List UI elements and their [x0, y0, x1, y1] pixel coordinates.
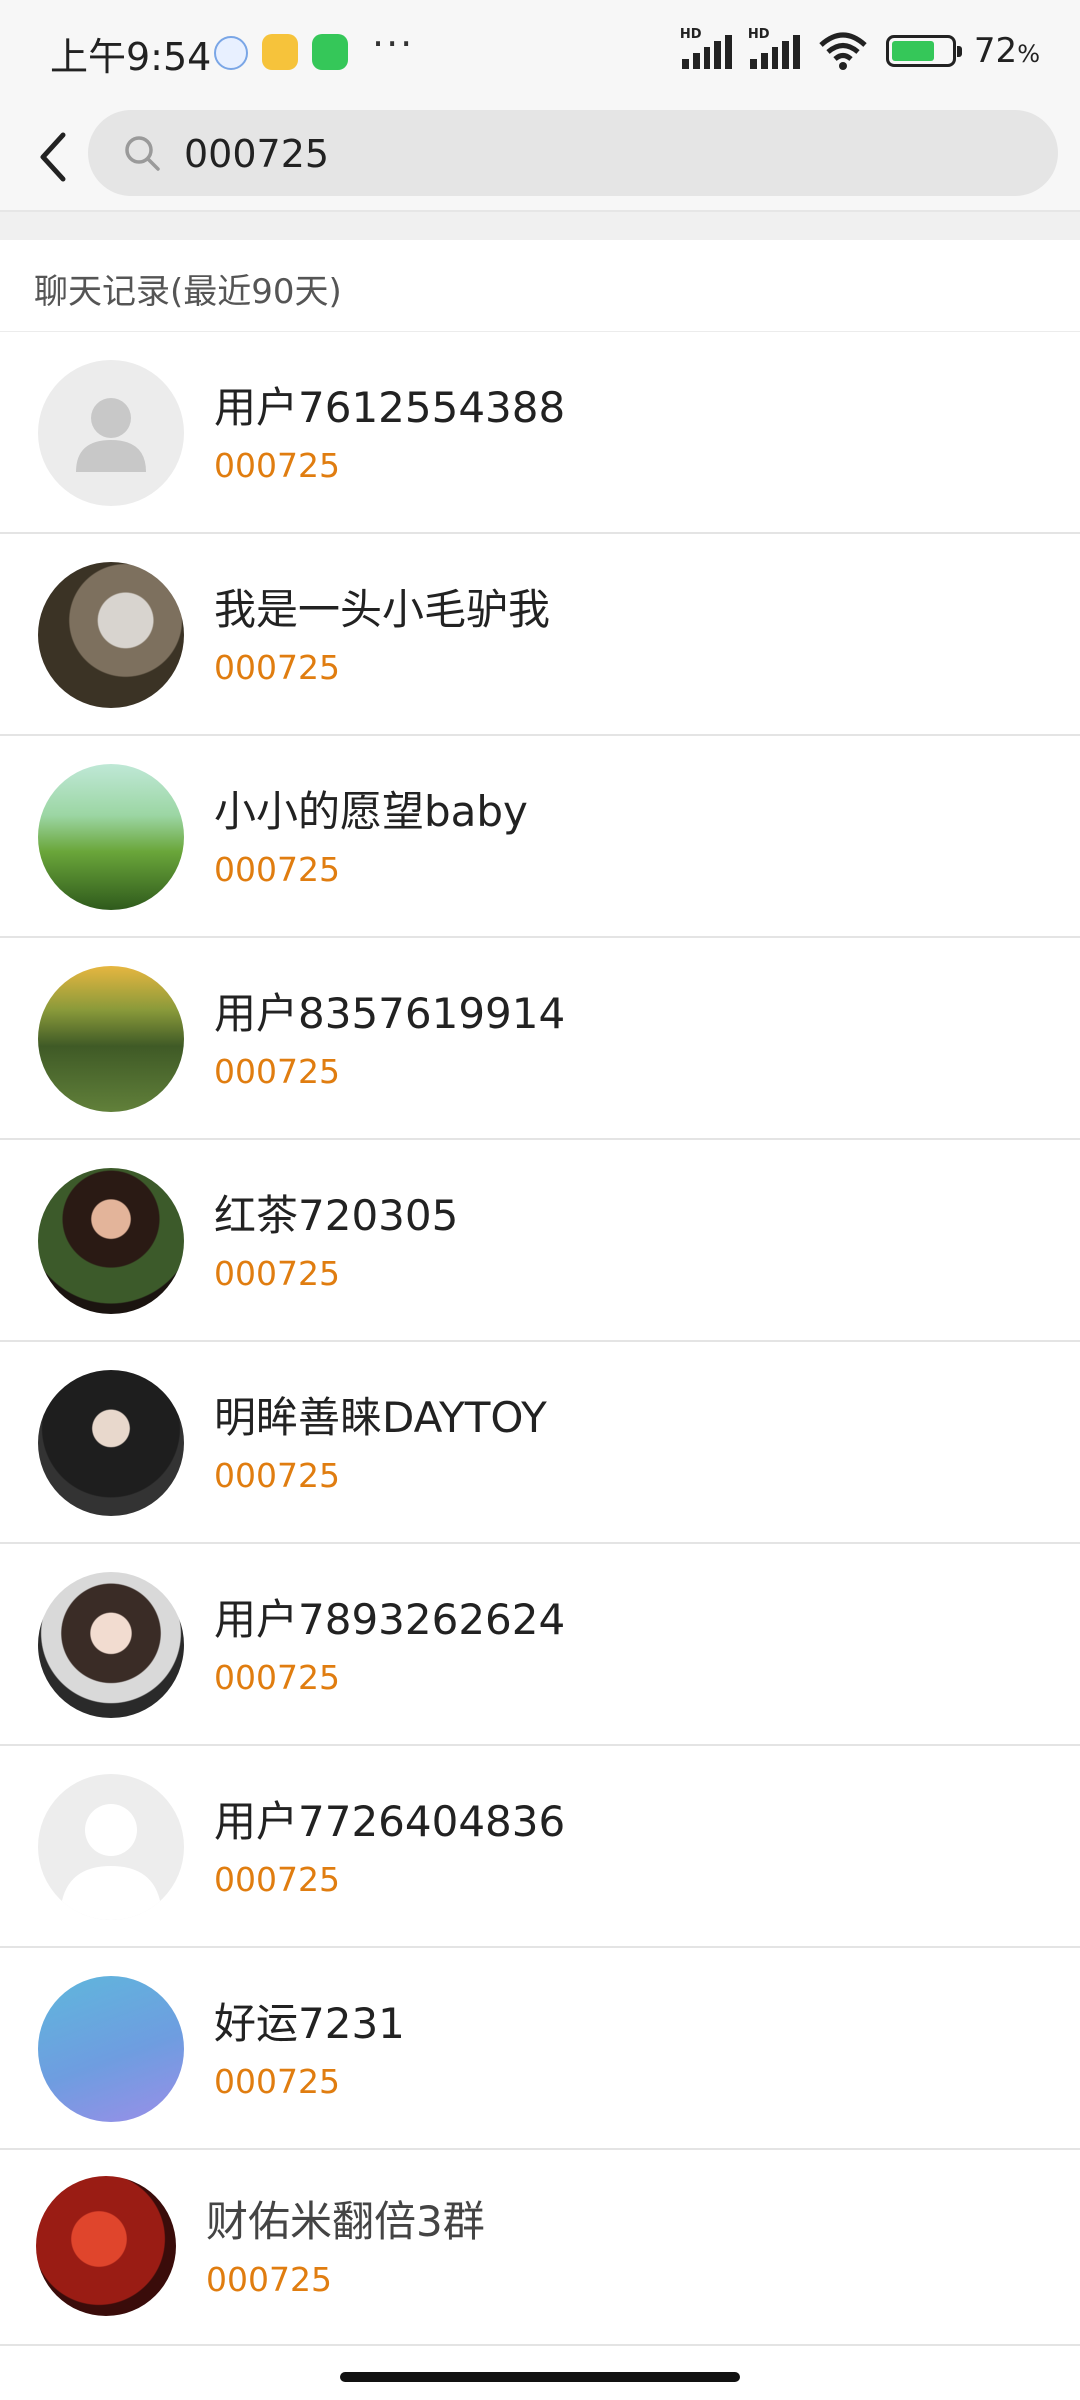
contact-name: 用户7726404836: [214, 1797, 566, 1846]
contact-name: 用户7612554388: [214, 383, 566, 432]
list-item[interactable]: 我是一头小毛驴我 000725: [0, 534, 1080, 736]
contact-name: 财佑米翻倍3群: [206, 2197, 485, 2246]
section-header: 聊天记录(最近90天): [0, 240, 1080, 332]
list-item[interactable]: 明眸善睐DAYTOY 000725: [0, 1342, 1080, 1544]
search-box[interactable]: [88, 110, 1058, 198]
list-item[interactable]: 用户7893262624 000725: [0, 1544, 1080, 1746]
match-snippet: 000725: [214, 1658, 340, 1697]
match-snippet: 000725: [206, 2260, 332, 2299]
avatar: [38, 562, 184, 708]
match-snippet: 000725: [214, 1254, 340, 1293]
default-silhouette-icon: [60, 1804, 162, 1920]
match-snippet: 000725: [214, 1052, 340, 1091]
more-dots-icon: ···: [372, 22, 415, 66]
battery-value: 72: [973, 31, 1018, 71]
signal-hd-label-2: HD: [747, 27, 770, 42]
baidu-app-icon: [214, 36, 248, 70]
list-item[interactable]: 财佑米翻倍3群 000725: [0, 2150, 1080, 2346]
match-snippet: 000725: [214, 850, 340, 889]
match-snippet: 000725: [214, 1456, 340, 1495]
list-item[interactable]: 红茶720305 000725: [0, 1140, 1080, 1342]
avatar: [38, 1976, 184, 2122]
list-item[interactable]: 用户7726404836 000725: [0, 1746, 1080, 1948]
contact-name: 用户7893262624: [214, 1595, 566, 1644]
avatar: [38, 966, 184, 1112]
list-item[interactable]: 好运7231 000725: [0, 1948, 1080, 2150]
contact-name: 好运7231: [214, 1999, 405, 2048]
contact-name: 用户8357619914: [214, 989, 566, 1038]
chevron-left-icon: [40, 132, 66, 182]
home-indicator[interactable]: [340, 2372, 740, 2382]
battery-icon: [885, 35, 962, 67]
contact-name: 明眸善睐DAYTOY: [214, 1393, 547, 1442]
avatar: [38, 1370, 184, 1516]
contact-name: 红茶720305: [214, 1191, 459, 1240]
signal-icon-2: HD: [748, 27, 800, 69]
section-title: 聊天记录(最近90天): [34, 272, 342, 312]
status-bar: 上午9:54 ··· HD HD 72%: [0, 0, 1080, 104]
avatar: [38, 1168, 184, 1314]
contact-name: 我是一头小毛驴我: [214, 585, 551, 634]
wifi-icon: [819, 32, 867, 70]
list-item[interactable]: 用户7612554388 000725: [0, 332, 1080, 534]
match-snippet: 000725: [214, 1860, 340, 1899]
match-snippet: 000725: [214, 446, 340, 485]
battery-unit: %: [1017, 40, 1040, 68]
avatar: [38, 1572, 184, 1718]
back-button[interactable]: [18, 122, 88, 192]
avatar: [38, 1774, 184, 1920]
signal-hd-label: HD: [679, 27, 702, 42]
match-snippet: 000725: [214, 648, 340, 687]
avatar: [38, 360, 184, 506]
list-item[interactable]: 用户8357619914 000725: [0, 938, 1080, 1140]
weibo-app-icon: [262, 34, 298, 70]
search-input[interactable]: [182, 110, 1006, 198]
wechat-app-icon: [312, 34, 348, 70]
battery-percent: 72%: [974, 31, 1040, 71]
match-snippet: 000725: [214, 2062, 340, 2101]
status-time: 上午9:54: [50, 35, 212, 79]
list-item[interactable]: 小小的愿望baby 000725: [0, 736, 1080, 938]
avatar: [36, 2176, 176, 2316]
search-header: [0, 104, 1080, 212]
signal-icon: HD: [680, 27, 732, 69]
contact-name: 小小的愿望baby: [214, 787, 528, 836]
section-divider: [0, 212, 1080, 240]
results-list: 用户7612554388 000725 我是一头小毛驴我 000725 小小的愿…: [0, 332, 1080, 2346]
search-icon: [125, 136, 160, 171]
status-indicators: HD HD 72%: [680, 26, 1040, 76]
avatar: [38, 764, 184, 910]
default-user-icon: [76, 398, 146, 472]
